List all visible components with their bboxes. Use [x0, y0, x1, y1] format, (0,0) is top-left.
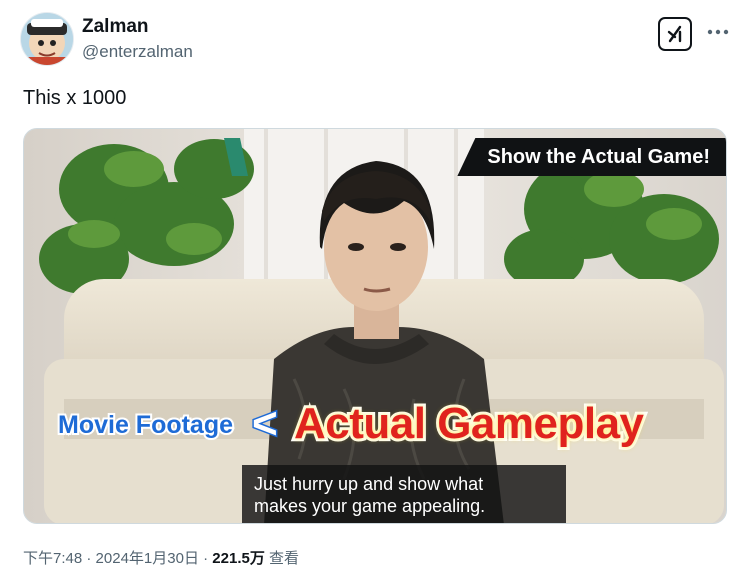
subtitle-line-1: Just hurry up and show what [254, 474, 484, 494]
tweet-media[interactable]: Show the Actual Game! Movie Footage < Ac… [23, 128, 727, 524]
tweet-text: This x 1000 [23, 87, 127, 109]
meta-separator: · [203, 550, 209, 567]
tweet-header: Zalman @enterzalman [20, 12, 732, 72]
author-name[interactable]: Zalman [82, 16, 149, 38]
view-count: 221.5万 [212, 550, 265, 567]
views-label: 查看 [269, 550, 300, 567]
avatar-image [21, 13, 73, 65]
movie-footage-label: Movie Footage [56, 409, 235, 441]
video-subtitle: Just hurry up and show what makes your g… [242, 465, 566, 523]
meta-separator: · [86, 550, 92, 567]
author-handle[interactable]: @enterzalman [82, 41, 193, 63]
more-button[interactable] [704, 20, 732, 44]
video-badge: Show the Actual Game! [457, 138, 726, 176]
more-icon [707, 29, 729, 35]
tweet-meta: 下午7:48 · 2024年1月30日 · 221.5万 查看 [23, 548, 299, 570]
tweet-date[interactable]: 2024年1月30日 [96, 550, 199, 567]
tweet-time[interactable]: 下午7:48 [23, 550, 82, 567]
grok-button[interactable] [658, 17, 692, 51]
actual-gameplay-label: Actual Gameplay [291, 396, 647, 451]
grok-icon [667, 25, 682, 43]
avatar[interactable] [20, 12, 74, 66]
less-than-symbol: < [251, 398, 280, 450]
subtitle-line-2: makes your game appealing. [254, 496, 486, 516]
